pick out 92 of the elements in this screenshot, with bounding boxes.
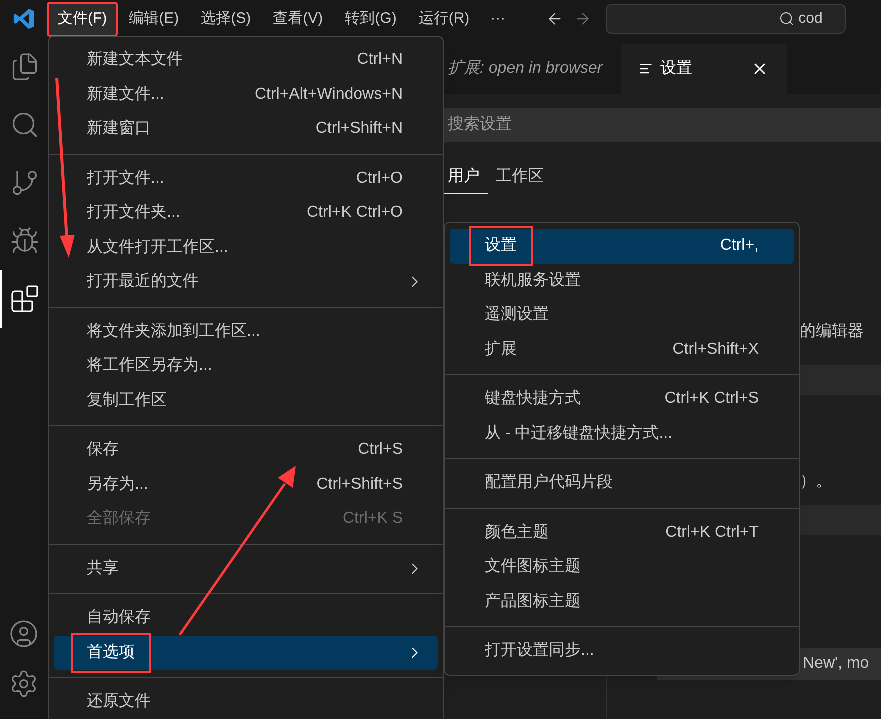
tab-label: 扩展: open in browser <box>448 58 603 79</box>
menu-item-label: 打开文件... <box>87 168 164 189</box>
menu-item[interactable]: 新建窗口 Ctrl+Shift+N <box>54 112 438 146</box>
menu-item[interactable]: 打开最近的文件 <box>54 265 438 300</box>
search-icon <box>778 11 795 27</box>
menu-bar-item[interactable]: 选择(S) <box>190 2 262 36</box>
menu-item-label: 设置 <box>469 226 533 266</box>
more-menu-button[interactable]: ··· <box>480 8 516 30</box>
menu-item[interactable]: 键盘快捷方式 Ctrl+K Ctrl+S <box>450 382 794 416</box>
menu-item-label: 复制工作区 <box>87 390 167 411</box>
menu-bar-item[interactable]: 查看(V) <box>262 2 334 36</box>
menu-item[interactable]: 从文件打开工作区... <box>54 230 438 265</box>
shortcut-label: Ctrl+Shift+S <box>316 474 403 495</box>
menu-item[interactable]: 将工作区另存为... <box>54 349 438 384</box>
menu-item-label: 扩展 <box>485 340 517 360</box>
editor-tab[interactable]: 设置 <box>620 44 787 94</box>
menu-item-label: 另存为... <box>87 474 148 495</box>
menu-item-label: 打开设置同步... <box>485 640 594 662</box>
menu-bar-item[interactable]: 文件(F) <box>47 2 118 36</box>
menu-item-label: 颜色主题 <box>485 522 549 543</box>
shortcut-label: Ctrl+K Ctrl+T <box>666 522 759 543</box>
tab-label: 设置 <box>660 59 693 79</box>
menu-item-label: 联机服务设置 <box>485 270 581 291</box>
menu-item[interactable]: 从 - 中迁移键盘快捷方式... <box>450 416 794 451</box>
menu-item[interactable]: 保存 Ctrl+S <box>54 433 438 468</box>
shortcut-label: Ctrl+K Ctrl+S <box>664 389 759 410</box>
menu-item[interactable]: 还原文件 <box>54 685 438 719</box>
menu-item-label: 共享 <box>87 558 119 579</box>
menu-item[interactable]: 打开文件... Ctrl+O <box>54 162 438 196</box>
menu-item-label: 将文件夹添加到工作区... <box>87 322 260 342</box>
menu-item[interactable]: 颜色主题 Ctrl+K Ctrl+T <box>450 516 794 550</box>
menu-item-label: 从 - 中迁移键盘快捷方式... <box>485 424 673 444</box>
menu-item-label: 全部保存 <box>87 508 151 530</box>
bug-icon <box>10 226 40 256</box>
menu-item[interactable]: 复制工作区 <box>54 384 438 418</box>
shortcut-label: Ctrl+Shift+N <box>316 119 403 140</box>
menu-item-label: 遥测设置 <box>485 304 549 326</box>
menu-item-label: 首选项 <box>71 632 151 673</box>
menu-bar-item[interactable]: 运行(R) <box>408 2 481 36</box>
menu-bar-item[interactable]: 转到(G) <box>334 2 408 36</box>
shortcut-label: Ctrl+O <box>356 168 403 189</box>
menu-item-label: 键盘快捷方式 <box>485 388 581 410</box>
menu-item[interactable]: 配置用户代码片段 <box>450 466 794 500</box>
menu-item-label: 还原文件 <box>87 692 151 712</box>
shortcut-label: Ctrl+N <box>357 50 403 70</box>
account-icon[interactable] <box>9 619 39 649</box>
shortcut-label: Ctrl+K Ctrl+O <box>306 203 403 224</box>
menu-item-label: 打开最近的文件 <box>87 272 199 292</box>
menu-item-label: 文件图标主题 <box>485 556 581 578</box>
menu-item[interactable]: 首选项 <box>54 636 438 670</box>
search-icon <box>10 110 40 140</box>
menu-item-label: 新建文件... <box>87 84 164 105</box>
logo-icon <box>13 8 35 30</box>
blocks-icon <box>10 284 40 314</box>
menu-item[interactable]: 打开文件夹... Ctrl+K Ctrl+O <box>54 196 438 230</box>
menu-item-label: 从文件打开工作区... <box>87 238 228 258</box>
shortcut-label: Ctrl+S <box>358 440 403 460</box>
menu-item[interactable]: 新建文件... Ctrl+Alt+Windows+N <box>54 78 438 112</box>
menu-item[interactable]: 文件图标主题 <box>450 550 794 584</box>
shortcut-label: Ctrl+Shift+X <box>672 340 759 360</box>
menu-item-label: 将工作区另存为... <box>87 356 212 376</box>
scope-tab[interactable]: 工作区 <box>488 160 552 194</box>
menu-item-label: 新建文本文件 <box>87 50 183 70</box>
menu-item[interactable]: 产品图标主题 <box>450 584 794 619</box>
menu-item[interactable]: 遥测设置 <box>450 298 794 332</box>
menu-item[interactable]: 扩展 Ctrl+Shift+X <box>450 332 794 367</box>
menu-item-label: 保存 <box>87 440 119 460</box>
settings-icon[interactable] <box>9 669 39 699</box>
command-center-text: cod <box>798 8 823 29</box>
menu-item-label: 自动保存 <box>87 608 151 628</box>
menu-item[interactable]: 联机服务设置 <box>450 264 794 298</box>
files-icon <box>10 52 40 82</box>
menu-item-label: 打开文件夹... <box>87 202 180 224</box>
menu-item-label: 配置用户代码片段 <box>485 472 613 494</box>
shortcut-label: Ctrl+K S <box>342 509 403 530</box>
shortcut-label: Ctrl+Alt+Windows+N <box>254 84 403 105</box>
menu-item[interactable]: 自动保存 <box>54 601 438 636</box>
branch-icon <box>10 168 40 198</box>
menu-item-label: 新建窗口 <box>87 118 151 140</box>
menu-item[interactable]: 另存为... Ctrl+Shift+S <box>54 468 438 502</box>
menu-bar-item[interactable]: 编辑(E) <box>118 2 190 36</box>
menu-item[interactable]: 打开设置同步... <box>450 634 794 668</box>
shortcut-label: Ctrl+, <box>720 236 759 256</box>
menu-item[interactable]: 新建文本文件 Ctrl+N <box>54 43 438 78</box>
menu-item[interactable]: 共享 <box>54 552 438 586</box>
menu-item[interactable]: 将文件夹添加到工作区... <box>54 314 438 349</box>
menu-item-label: 产品图标主题 <box>485 592 581 612</box>
setting-text: ）。 <box>800 472 832 492</box>
setting-text: 的编辑器 <box>800 322 864 342</box>
menu-item[interactable]: 设置 Ctrl+, <box>450 229 794 264</box>
document-icon <box>638 62 653 76</box>
command-center-field[interactable]: cod <box>606 4 846 34</box>
